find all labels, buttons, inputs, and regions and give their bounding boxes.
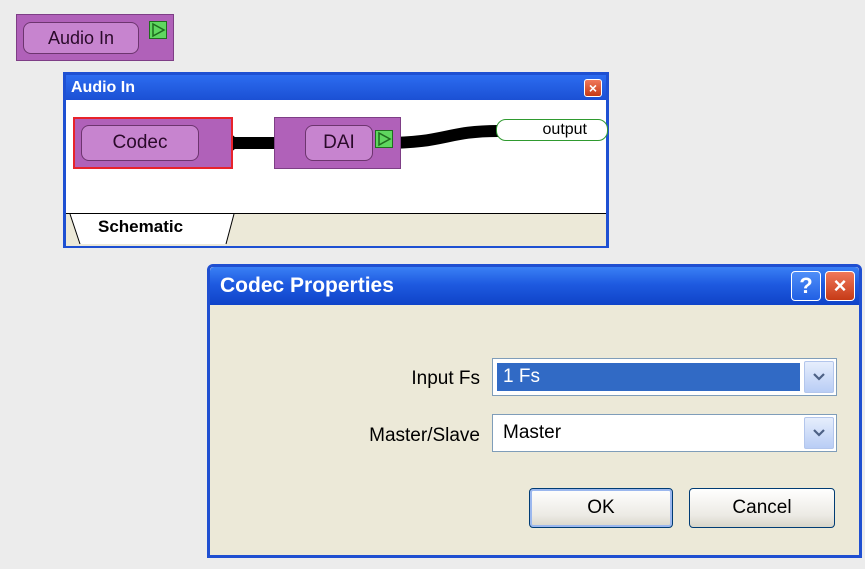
- audio-in-block-label: Audio In: [23, 22, 139, 54]
- input-fs-label: Input Fs: [411, 368, 480, 389]
- codec-properties-dialog: Codec Properties ? × Input Fs 1 Fs Maste…: [207, 264, 862, 558]
- close-icon[interactable]: ×: [825, 271, 855, 301]
- tab-strip: Schematic: [66, 213, 606, 246]
- chevron-down-icon[interactable]: [804, 361, 834, 393]
- dai-block-label: DAI: [305, 125, 373, 161]
- play-triangle-icon[interactable]: [375, 130, 393, 148]
- dai-block[interactable]: DAI: [274, 117, 401, 169]
- ok-button[interactable]: OK: [529, 488, 673, 528]
- output-port[interactable]: output: [496, 119, 608, 141]
- dai-output-wire: [383, 125, 499, 149]
- master-slave-value: Master: [503, 422, 562, 443]
- audio-in-window: Audio In × Codec DAI output Schematic: [63, 72, 609, 248]
- codec-block[interactable]: Codec: [73, 117, 233, 169]
- tab-schematic[interactable]: Schematic: [72, 213, 205, 243]
- audio-in-block[interactable]: Audio In: [16, 14, 174, 61]
- master-slave-select[interactable]: Master: [492, 414, 837, 452]
- input-fs-select[interactable]: 1 Fs: [492, 358, 837, 396]
- cancel-button[interactable]: Cancel: [689, 488, 835, 528]
- play-triangle-icon[interactable]: [149, 21, 167, 39]
- chevron-down-icon[interactable]: [804, 417, 834, 449]
- input-fs-value: 1 Fs: [497, 363, 800, 391]
- help-icon[interactable]: ?: [791, 271, 821, 301]
- dialog-titlebar[interactable]: Codec Properties ? ×: [210, 267, 859, 305]
- dialog-title: Codec Properties: [220, 274, 394, 297]
- codec-block-label: Codec: [81, 125, 199, 161]
- master-slave-label: Master/Slave: [369, 425, 480, 446]
